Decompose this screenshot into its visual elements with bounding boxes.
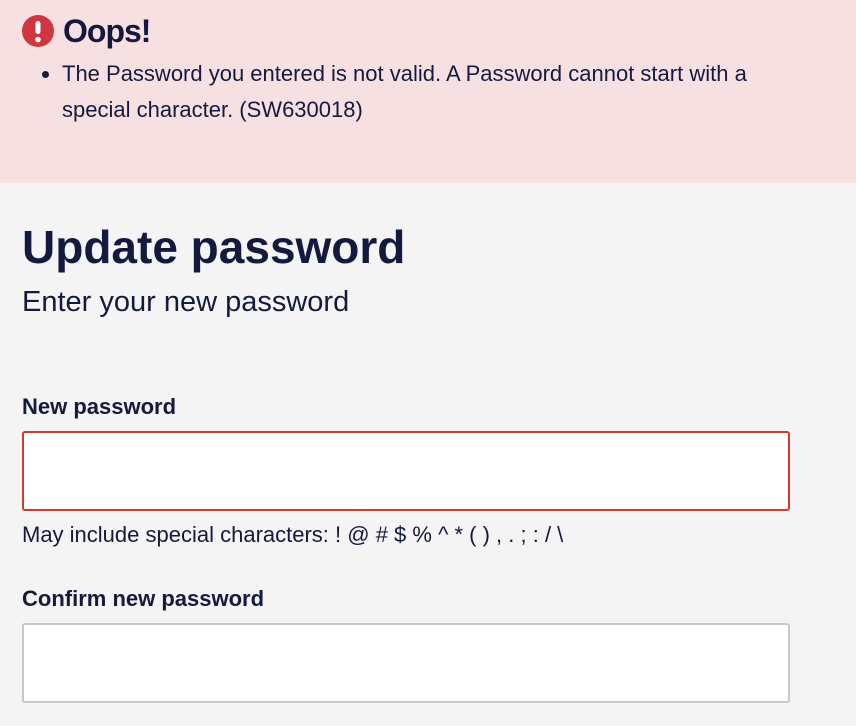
page-subtitle: Enter your new password [22,286,350,318]
error-exclamation-icon [22,15,54,47]
new-password-hint: May include special characters: ! @ # $ … [22,522,564,547]
error-alert: Oops! The Password you entered is not va… [0,0,856,183]
new-password-label: New password [22,394,177,419]
alert-message-list: The Password you entered is not valid. A… [22,56,812,128]
alert-title: Oops! [63,13,151,49]
alert-message: The Password you entered is not valid. A… [62,56,812,128]
page-title: Update password [22,221,406,273]
new-password-input[interactable] [22,431,790,511]
update-password-form: Update password Enter your new password … [0,183,856,726]
confirm-password-label: Confirm new password [22,586,265,611]
confirm-password-input[interactable] [22,623,790,703]
